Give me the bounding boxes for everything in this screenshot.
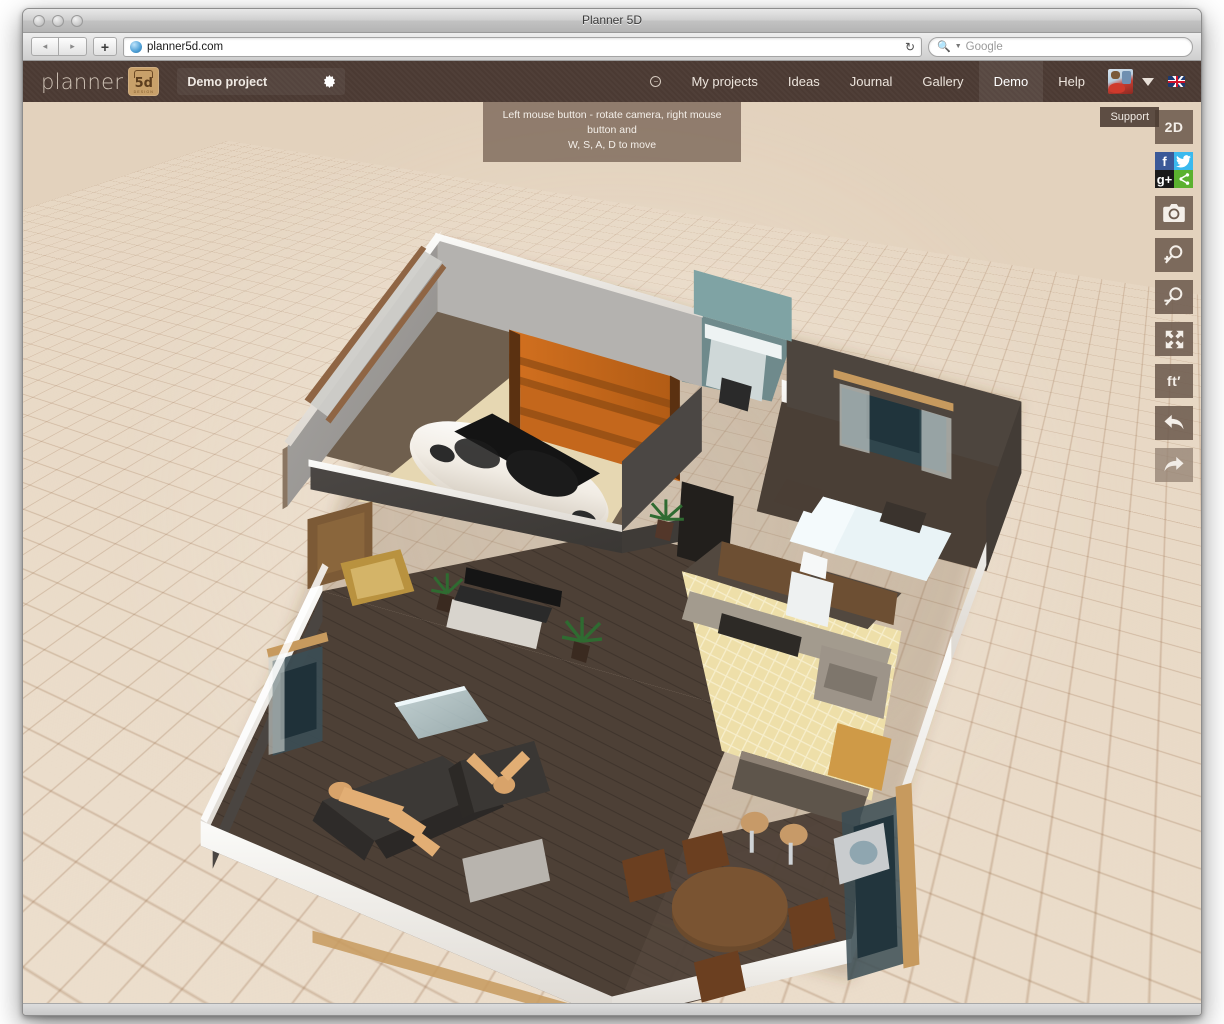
- nav-ideas[interactable]: Ideas: [773, 61, 835, 102]
- back-button[interactable]: ◂: [31, 37, 59, 56]
- fullscreen-button[interactable]: [1155, 322, 1193, 356]
- search-placeholder: Google: [966, 41, 1003, 53]
- twitter-icon[interactable]: [1174, 152, 1193, 170]
- logo-badge: 5d DESIGN: [128, 67, 159, 96]
- view-mode-2d-label: 2D: [1165, 119, 1184, 135]
- support-button[interactable]: Support: [1100, 107, 1159, 127]
- logo-badge-sub: DESIGN: [128, 90, 159, 94]
- garage-wall-outer-left: [283, 446, 288, 509]
- project-name-value: Demo project: [187, 75, 267, 89]
- screenshot-button[interactable]: [1155, 196, 1193, 230]
- house-3d-model[interactable]: [23, 102, 1201, 1014]
- forward-button[interactable]: ▸: [59, 37, 87, 56]
- url-text: planner5d.com: [147, 41, 223, 53]
- app-header: planner 5d DESIGN Demo project: [23, 61, 1201, 102]
- redo-button[interactable]: [1155, 448, 1193, 482]
- search-dropdown-icon[interactable]: ▼: [955, 43, 962, 50]
- minus-circle-icon: −: [650, 76, 661, 87]
- nav-journal[interactable]: Journal: [835, 61, 908, 102]
- site-globe-icon: [130, 41, 142, 53]
- nav-gallery[interactable]: Gallery: [907, 61, 978, 102]
- zoom-in-button[interactable]: [1155, 238, 1193, 272]
- browser-toolbar: ◂ ▸ + planner5d.com ↻ 🔍 ▼ Google: [23, 33, 1201, 61]
- facebook-icon[interactable]: f: [1155, 152, 1174, 170]
- hint-line-1: Left mouse button - rotate camera, right…: [491, 108, 733, 138]
- social-share-group[interactable]: f g+: [1155, 152, 1193, 188]
- units-button[interactable]: ft′: [1155, 364, 1193, 398]
- nav-dot[interactable]: −: [635, 61, 676, 102]
- chevron-down-icon[interactable]: [1142, 78, 1154, 86]
- app-logo[interactable]: planner 5d DESIGN: [41, 67, 159, 96]
- planner5d-app: planner 5d DESIGN Demo project: [23, 61, 1201, 1014]
- search-input[interactable]: 🔍 ▼ Google: [928, 37, 1193, 57]
- nav-buttons-group: ◂ ▸: [31, 37, 87, 56]
- main-navigation: − My projects Ideas Journal Gallery Demo…: [635, 61, 1201, 102]
- nav-my-projects[interactable]: My projects: [676, 61, 772, 102]
- account-menu[interactable]: [1100, 61, 1154, 102]
- window-titlebar: Planner 5D: [23, 9, 1201, 33]
- browser-window: Planner 5D ◂ ▸ + planner5d.com ↻ 🔍 ▼ Goo…: [22, 8, 1202, 1016]
- gear-icon[interactable]: [322, 74, 337, 89]
- zoom-out-button[interactable]: [1155, 280, 1193, 314]
- share-icon[interactable]: [1174, 170, 1193, 188]
- window-bottom-bar: [23, 1003, 1201, 1015]
- project-name-field[interactable]: Demo project: [177, 68, 345, 95]
- united-kingdom-flag-icon: [1168, 76, 1185, 87]
- google-plus-icon[interactable]: g+: [1155, 170, 1174, 188]
- window-title: Planner 5D: [23, 13, 1201, 27]
- search-icon: 🔍: [937, 40, 951, 53]
- reload-icon[interactable]: ↻: [905, 40, 915, 54]
- washing-machine-door: [850, 841, 878, 865]
- units-label: ft′: [1167, 373, 1181, 389]
- new-tab-button[interactable]: +: [93, 37, 117, 56]
- nav-help[interactable]: Help: [1043, 61, 1100, 102]
- address-bar[interactable]: planner5d.com ↻: [123, 37, 922, 57]
- logo-wordmark: planner: [41, 70, 123, 94]
- house-roof-icon: [134, 70, 153, 78]
- undo-button[interactable]: [1155, 406, 1193, 440]
- nav-demo[interactable]: Demo: [979, 61, 1044, 102]
- right-toolbar: 2D f g+: [1155, 110, 1193, 482]
- hint-line-2: W, S, A, D to move: [491, 138, 733, 153]
- view-mode-2d-button[interactable]: 2D: [1155, 110, 1193, 144]
- viewport-hint: Left mouse button - rotate camera, right…: [483, 102, 741, 162]
- 3d-viewport[interactable]: Left mouse button - rotate camera, right…: [23, 102, 1201, 1014]
- language-switcher[interactable]: [1154, 61, 1201, 102]
- lower-right-window: [842, 783, 920, 981]
- avatar: [1108, 69, 1133, 94]
